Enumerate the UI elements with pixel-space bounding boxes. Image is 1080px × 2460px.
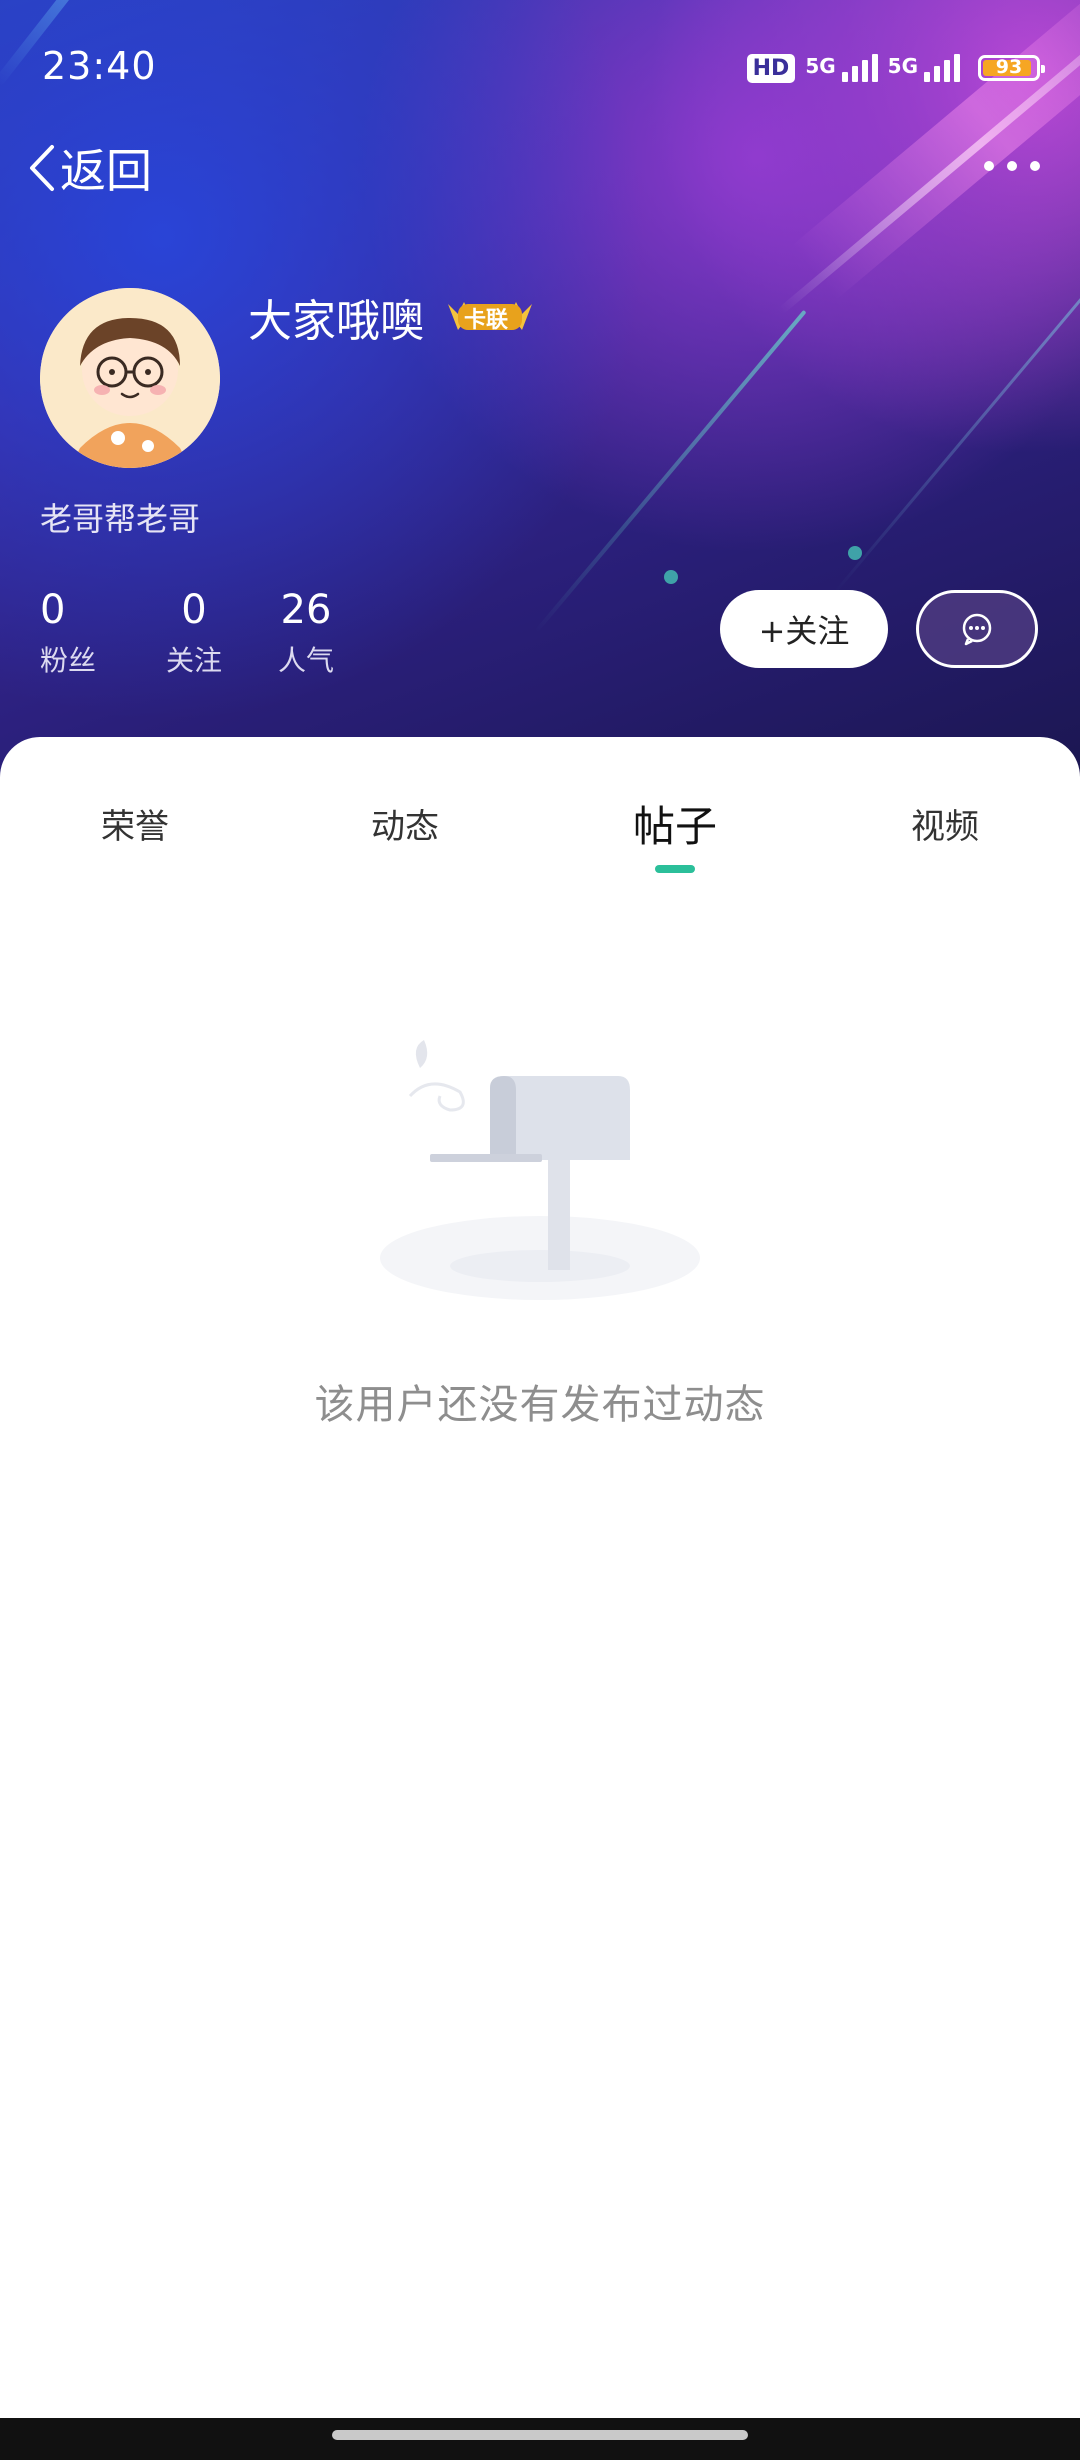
level-badge-label: 卡联 — [464, 308, 509, 333]
username: 大家哦噢 — [248, 296, 424, 347]
level-badge: 卡联 — [442, 296, 538, 336]
tab-label: 视频 — [911, 807, 979, 847]
follow-button[interactable]: +关注 — [720, 590, 888, 668]
tab-videos[interactable]: 视频 — [810, 797, 1080, 877]
signal-icon: 5G — [805, 54, 878, 82]
stat-value: 26 — [280, 587, 332, 633]
back-label: 返回 — [60, 144, 152, 198]
tab-honors[interactable]: 荣誉 — [0, 797, 270, 877]
tab-posts[interactable]: 帖子 — [540, 797, 810, 877]
avatar-image — [40, 288, 220, 468]
tab-label: 荣誉 — [101, 807, 169, 847]
stat-label: 粉丝 — [40, 644, 97, 677]
content-panel: 荣誉 动态 帖子 视频 — [0, 737, 1080, 2420]
hd-voice-badge: HD — [746, 53, 796, 83]
system-navigation-bar — [0, 2418, 1080, 2460]
profile-stats: 0 粉丝 0 关注 26 人气 — [40, 585, 362, 679]
stat-fans[interactable]: 0 粉丝 — [40, 585, 138, 679]
avatar[interactable] — [40, 288, 220, 468]
battery-level: 93 — [995, 56, 1023, 78]
stat-value: 0 — [40, 587, 66, 633]
tab-bar: 荣誉 动态 帖子 视频 — [0, 797, 1080, 877]
signal-icon: 5G — [888, 54, 960, 82]
message-button[interactable] — [916, 590, 1038, 668]
status-icons: HD 5G 5G 93 — [746, 48, 1045, 88]
stat-label: 人气 — [277, 644, 334, 677]
mailbox-icon — [370, 1040, 710, 1320]
stat-following[interactable]: 0 关注 — [138, 585, 250, 679]
tab-activity[interactable]: 动态 — [270, 797, 540, 877]
empty-state-message: 该用户还没有发布过动态 — [314, 1382, 766, 1428]
status-time: 23:40 — [42, 44, 157, 88]
user-signature: 老哥帮老哥 — [40, 500, 201, 538]
chat-bubble-icon — [962, 613, 992, 646]
stat-value: 0 — [181, 587, 207, 633]
active-tab-indicator — [655, 865, 695, 873]
tab-label: 帖子 — [632, 802, 717, 851]
battery-icon: 93 — [978, 55, 1045, 81]
more-dots-icon[interactable] — [984, 148, 1040, 184]
back-button[interactable]: 返回 — [26, 135, 152, 201]
home-indicator[interactable] — [332, 2430, 748, 2440]
tab-label: 动态 — [371, 807, 439, 847]
stat-label: 关注 — [165, 644, 222, 677]
chevron-left-icon — [30, 145, 54, 191]
stat-popularity: 26 人气 — [250, 585, 362, 679]
